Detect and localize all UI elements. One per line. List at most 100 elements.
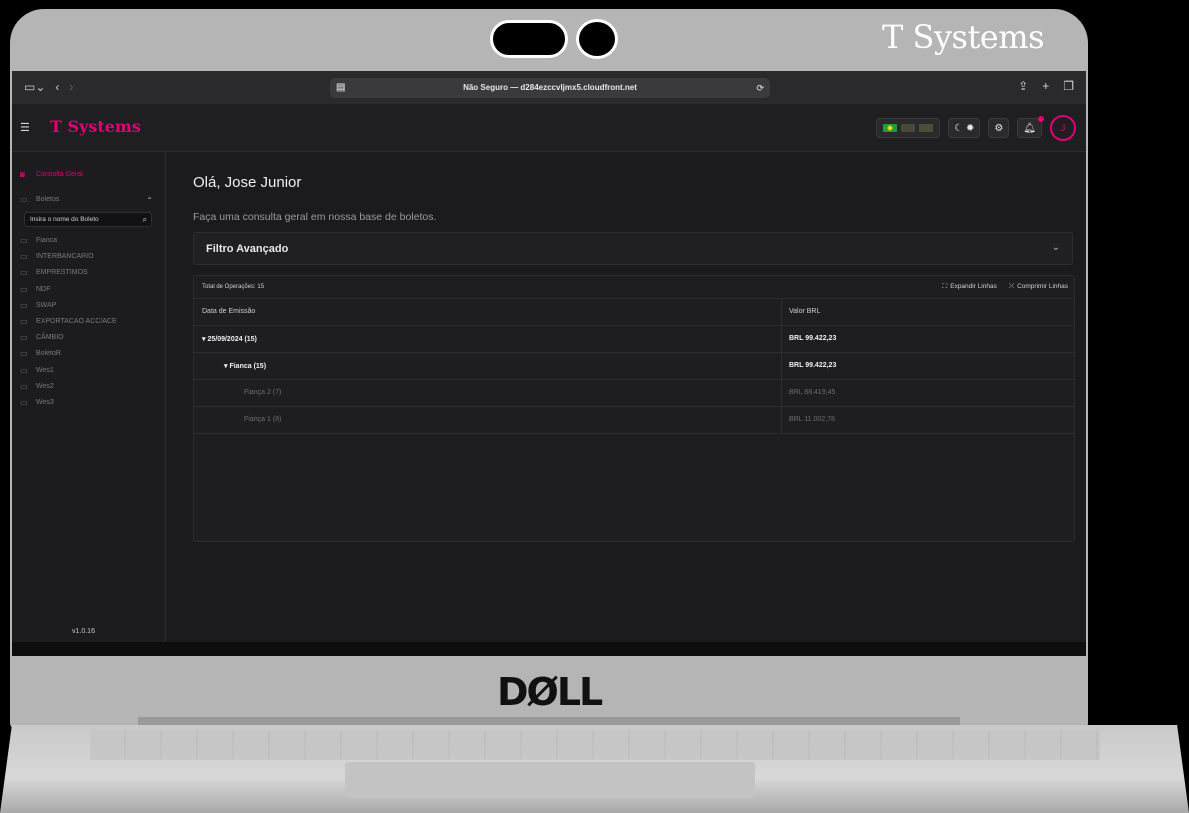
sidebar-item-consulta-geral[interactable]: ◙ Consulta Geral	[20, 170, 83, 179]
document-icon: ▭	[20, 252, 28, 262]
bell-icon: 🔔︎	[1023, 122, 1036, 134]
table-row[interactable]: Fiança 2 (7) BRL 88.419,45	[194, 380, 1074, 407]
sidebar-item-c-mbio[interactable]: ▭ CÂMBIO	[20, 333, 64, 342]
row-group-type: ▾ Fianca (15)	[224, 363, 267, 370]
sidebar: ◙ Consulta Geral ▭ Boletos ⌃ Insira o no…	[12, 152, 166, 642]
sidebar-item-wes3[interactable]: ▭ Wes3	[20, 398, 54, 407]
row-value: BRL 88.419,45	[789, 389, 836, 396]
photo-stage: T Systems ▭⌄ ‹ › ▤ Não Seguro — d284ezcc…	[0, 0, 1189, 813]
document-icon: ▭	[20, 284, 28, 294]
advanced-filter-label: Filtro Avançado	[206, 243, 289, 255]
language-selector[interactable]	[876, 118, 941, 138]
sidebar-item-ndf[interactable]: ▭ NDF	[20, 285, 50, 294]
boleto-search-input[interactable]: Insira o nome do Boleto ⌕	[24, 212, 152, 227]
page-subtitle: Faça uma consulta geral em nossa base de…	[193, 211, 437, 223]
reload-icon[interactable]: ⟳	[756, 78, 764, 98]
sidebar-item-boletor[interactable]: ▭ BoletoR	[20, 349, 61, 358]
browser-toolbar: ▭⌄ ‹ › ▤ Não Seguro — d284ezccvljmx5.clo…	[12, 71, 1086, 104]
sidebar-item-label: EXPORTACAO ACC/ACE	[36, 318, 117, 325]
camera-dot	[576, 19, 618, 59]
camera-pill	[490, 20, 568, 58]
menu-icon[interactable]: ☰	[20, 121, 30, 134]
sidebar-item-boletos[interactable]: ▭ Boletos	[20, 195, 59, 204]
moon-sun-icon: ☾ ✹	[954, 122, 975, 134]
sidebar-item-fianca[interactable]: ▭ Fianca	[20, 236, 57, 245]
sidebar-item-label: INTERBANCARIO	[36, 253, 94, 261]
plus-icon[interactable]: +	[1042, 79, 1049, 93]
document-icon: ▭	[20, 333, 28, 343]
document-icon: ◙	[20, 170, 25, 179]
trackpad	[345, 762, 755, 798]
sidebar-item-label: Fianca	[36, 237, 58, 244]
document-icon: ▭	[20, 349, 28, 359]
sidebar-icon[interactable]: ▭⌄	[24, 80, 45, 94]
sidebar-item-label: Boletos	[36, 196, 60, 203]
document-icon: ▭	[20, 300, 28, 310]
chevron-down-icon[interactable]: ⌄	[1052, 242, 1060, 253]
row-group-date: ▾ 25/09/2024 (15)	[202, 336, 257, 343]
document-icon: ▭	[20, 381, 28, 391]
sidebar-item-label: CÂMBIO	[36, 334, 64, 342]
chevron-right-icon[interactable]: ›	[69, 80, 73, 94]
laptop-screen: ▭⌄ ‹ › ▤ Não Seguro — d284ezccvljmx5.clo…	[12, 71, 1086, 656]
sidebar-item-exportacao-acc-ace[interactable]: ▭ EXPORTACAO ACC/ACE	[20, 317, 117, 326]
document-icon: ▭	[20, 398, 28, 407]
table-row[interactable]: Fiança 1 (8) BRL 11.002,78	[194, 407, 1074, 434]
document-icon: ▭	[20, 236, 28, 245]
address-bar[interactable]: ▤ Não Seguro — d284ezccvljmx5.cloudfront…	[330, 78, 770, 98]
sidebar-item-emprestimos[interactable]: ▭ EMPRESTIMOS	[20, 268, 88, 277]
collapse-icon: ⤬	[1008, 283, 1015, 290]
document-icon: ▭	[20, 317, 28, 326]
sidebar-item-label: BoletoR	[36, 350, 61, 358]
avatar[interactable]: J	[1050, 115, 1076, 141]
page-icon: ▤	[336, 82, 346, 93]
column-header-date: Data de Emissão	[202, 308, 256, 315]
column-header-value: Valor BRL	[789, 308, 821, 315]
table-row[interactable]: ▾ Fianca (15) BRL 99.422,23	[194, 353, 1074, 380]
keyboard	[90, 730, 1100, 760]
advanced-filter-panel[interactable]: Filtro Avançado ⌄	[193, 232, 1073, 265]
sidebar-item-interbancario[interactable]: ▭ INTERBANCARIO	[20, 252, 94, 261]
expand-icon: ⛶	[942, 283, 948, 290]
sidebar-item-swap[interactable]: ▭ SWAP	[20, 301, 56, 310]
collapse-rows-button[interactable]: ⤬ Comprimir Linhas	[1009, 283, 1068, 291]
notifications-button[interactable]: 🔔︎	[1017, 116, 1044, 138]
flag-usa-icon[interactable]	[901, 124, 916, 132]
tabs-icon[interactable]: ❐	[1063, 79, 1074, 93]
sidebar-item-label: Wes2	[36, 382, 54, 390]
row-value: BRL 11.002,78	[789, 416, 835, 423]
row-value: BRL 99.422,23	[789, 362, 837, 369]
lid-brand-logo: T Systems	[882, 18, 1045, 56]
document-icon: ▭	[20, 268, 28, 278]
total-operations: Total de Operações: 15	[202, 284, 265, 290]
page-title: Olá, Jose Junior	[193, 174, 302, 191]
sidebar-item-label: EMPRESTIMOS	[36, 269, 88, 277]
share-icon[interactable]: ⇪	[1018, 79, 1028, 93]
chevron-left-icon[interactable]: ‹	[55, 80, 59, 94]
sidebar-item-label: NDF	[36, 285, 51, 293]
flag-brazil-icon[interactable]	[883, 124, 898, 132]
app-version: v1.0.16	[72, 628, 95, 635]
row-value: BRL 99.422,23	[789, 335, 837, 342]
table-row[interactable]: ▾ 25/09/2024 (15) BRL 99.422,23	[194, 326, 1074, 353]
app-header: ☰ T Systems ☾ ✹ ⚙ 🔔︎ J	[12, 104, 1086, 152]
expand-rows-button[interactable]: ⛶ Expandir Linhas	[943, 283, 997, 291]
search-icon[interactable]: ⌕	[143, 213, 147, 226]
document-icon: ▭	[20, 195, 28, 204]
row-item: Fiança 1 (8)	[244, 416, 282, 423]
theme-toggle[interactable]: ☾ ✹	[948, 118, 981, 138]
sidebar-item-wes1[interactable]: ▭ Wes1	[20, 366, 54, 375]
operations-table: Total de Operações: 15 ⛶ Expandir Linhas …	[193, 275, 1075, 542]
settings-button[interactable]: ⚙	[988, 118, 1010, 138]
document-icon: ▭	[20, 365, 28, 375]
collapse-label: Comprimir Linhas	[1017, 283, 1068, 290]
expand-label: Expandir Linhas	[950, 283, 997, 290]
chevron-up-icon[interactable]: ⌃	[146, 196, 153, 205]
dell-logo: DØLL	[497, 670, 603, 714]
search-placeholder: Insira o nome do Boleto	[30, 216, 99, 223]
sidebar-item-wes2[interactable]: ▭ Wes2	[20, 382, 54, 391]
row-item: Fiança 2 (7)	[244, 389, 282, 396]
gear-icon: ⚙	[994, 122, 1004, 134]
table-header-row: Data de Emissão Valor BRL	[194, 299, 1074, 326]
flag-spain-icon[interactable]	[919, 124, 934, 132]
